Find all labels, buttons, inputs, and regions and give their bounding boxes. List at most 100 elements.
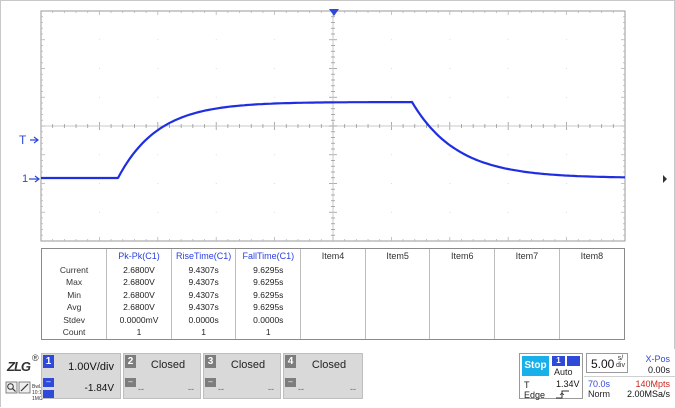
table-cell: 0.0000mV (106, 313, 172, 327)
channel3-state: Closed (230, 359, 266, 371)
table-cell (300, 313, 366, 327)
table-cell: 0.0000s (170, 313, 236, 327)
minimize-icon[interactable]: – (285, 378, 296, 387)
row-label: Avg (66, 302, 82, 313)
graticule-dot (449, 125, 451, 127)
table-row: Current 2.6800V 9.4307s 9.6295s (42, 263, 624, 277)
row-label: Count (62, 327, 86, 338)
sample-rate: 2.00MSa/s (626, 389, 670, 399)
graticule-dot (157, 211, 159, 213)
graticule-dot (449, 96, 451, 98)
graticule-dot (274, 125, 276, 127)
table-cell: 9.6295s (235, 276, 301, 289)
graticule-dot (157, 96, 159, 98)
graticule-dot (98, 125, 100, 127)
table-cell (300, 288, 366, 302)
column-header[interactable]: Pk-Pk(C1) (106, 249, 172, 264)
column-header[interactable]: RiseTime(C1) (170, 249, 236, 264)
table-row: Max 2.6800V 9.4307s 9.6295s (42, 276, 624, 289)
table-cell (558, 313, 624, 327)
graticule-grid (40, 10, 626, 242)
table-cell (364, 288, 430, 302)
trigger-level-marker[interactable]: T (19, 133, 39, 147)
graticule-dot (566, 68, 568, 69)
channel4-number: 4 (285, 355, 296, 368)
graticule-dot (332, 125, 334, 127)
graticule-dot (215, 68, 217, 69)
graticule-dot (332, 183, 334, 184)
brand-area: ZLG ® BwL 10:1 1MΩ (5, 351, 43, 407)
run-stop-button[interactable]: Stop (522, 356, 549, 376)
column-header[interactable]: Item7 (494, 249, 560, 264)
channel3-scale: -- (218, 384, 224, 394)
minimize-icon[interactable]: – (125, 378, 136, 387)
graticule-dot (390, 154, 392, 156)
table-cell (494, 326, 560, 339)
channel2-panel[interactable]: 2 – Closed -- -- (123, 353, 201, 399)
graticule-dot (98, 96, 100, 98)
graticule-dot (332, 154, 334, 156)
row-label: Min (67, 289, 81, 300)
table-cell (494, 263, 560, 277)
table-cell (364, 326, 430, 339)
table-cell: 9.4307s (170, 276, 236, 289)
column-header[interactable]: Item6 (429, 249, 495, 264)
graticule-dot (215, 183, 217, 184)
horizontal-scale[interactable]: 5.00 s/div (586, 353, 628, 373)
minimize-icon[interactable]: – (205, 378, 216, 387)
graticule-dot (449, 183, 451, 184)
graticule-dot (390, 125, 392, 127)
graticule-dot (215, 211, 217, 213)
graticule-dot (274, 183, 276, 184)
table-cell (558, 301, 624, 314)
trigger-type-label: T (524, 380, 530, 390)
display-icon (567, 356, 580, 366)
table-cell (300, 326, 366, 339)
graticule-dot (332, 96, 334, 98)
graticule-dot (215, 125, 217, 127)
graticule-dot (274, 96, 276, 98)
column-header[interactable]: FallTime(C1) (235, 249, 301, 264)
graticule-dot (390, 68, 392, 69)
timebase-panel[interactable]: 5.00 s/div X-Pos 0.00s 70.0s 140Mpts Nor… (584, 353, 675, 399)
channel1-number: 1 (43, 355, 54, 368)
graticule-dot (507, 154, 509, 156)
table-cell (364, 301, 430, 314)
graticule-dot (274, 39, 276, 41)
rising-edge-icon (556, 390, 569, 399)
graticule-dot (390, 96, 392, 98)
table-row: Min 2.6800V 9.4307s 9.6295s (42, 288, 624, 302)
table-cell (558, 326, 624, 339)
column-header[interactable]: Item5 (364, 249, 430, 264)
table-cell: 2.6800V (106, 276, 172, 289)
graticule-dot (566, 211, 568, 213)
table-cell (364, 276, 430, 289)
graticule-dot (98, 183, 100, 184)
graticule-dot (157, 183, 159, 184)
expand-panel-icon[interactable] (663, 175, 667, 183)
row-label: Current (59, 264, 89, 275)
graticule-dot (98, 39, 100, 41)
graticule-dot (507, 183, 509, 184)
timebase-unit: s/div (616, 355, 625, 369)
channel3-panel[interactable]: 3 – Closed -- -- (203, 353, 281, 399)
timebase-unit-bottom: div (616, 362, 625, 369)
channel4-panel[interactable]: 4 – Closed -- -- (283, 353, 363, 399)
channel1-panel[interactable]: 1 – 1.00V/div -1.84V (41, 353, 121, 399)
table-row: Count 1 1 1 (42, 326, 624, 339)
channel4-state: Closed (311, 359, 347, 371)
column-header[interactable]: Item4 (300, 249, 366, 264)
table-cell: 9.4307s (170, 288, 236, 302)
table-cell (494, 313, 560, 327)
channel4-scale: -- (298, 384, 304, 394)
graticule-dot (507, 96, 509, 98)
table-cell (429, 288, 495, 302)
graticule-dot (157, 39, 159, 41)
row-label: Stdev (63, 314, 85, 325)
column-header[interactable]: Item8 (558, 249, 624, 264)
graticule-dot (390, 183, 392, 184)
channel1-ground-marker[interactable]: 1 (22, 173, 40, 185)
channel3-number: 3 (205, 355, 216, 368)
minimize-icon[interactable]: – (43, 378, 54, 387)
trigger-panel[interactable]: Stop 1 Auto T 1.34V Edge (519, 353, 583, 400)
